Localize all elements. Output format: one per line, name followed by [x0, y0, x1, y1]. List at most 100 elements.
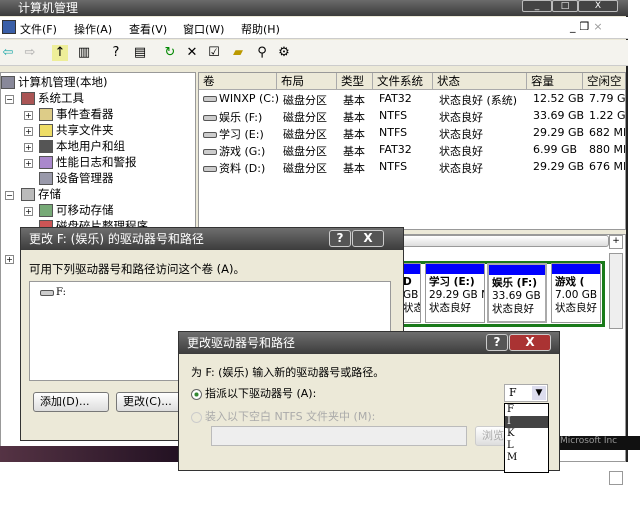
open-icon[interactable]: ▰ — [230, 45, 246, 61]
help-button[interactable]: ? — [486, 334, 508, 351]
volume-name[interactable]: 学习 (E:) — [203, 126, 264, 142]
table-cell: 6.99 GB — [533, 143, 578, 156]
dropdown-option[interactable]: K — [505, 428, 548, 440]
column-layout[interactable]: 布局 — [277, 73, 337, 90]
tree-item-device-manager[interactable]: 设备管理器 — [39, 170, 114, 186]
tree-item-local-users[interactable]: 本地用户和组 — [39, 138, 125, 154]
scroll-right-button[interactable]: + — [609, 235, 623, 249]
mount-folder-radio[interactable]: 装入以下空白 NTFS 文件夹中 (M): — [191, 408, 375, 424]
table-cell: 磁盘分区 — [283, 128, 327, 141]
tree-root[interactable]: 计算机管理(本地) — [1, 74, 107, 90]
drive-letter-select[interactable]: F ▼ — [504, 384, 548, 402]
tree-item-event-viewer[interactable]: 事件查看器 — [39, 106, 114, 122]
dropdown-option[interactable]: I — [505, 416, 548, 428]
column-free-space[interactable]: 空闲空 — [583, 73, 625, 90]
up-folder-icon[interactable]: ↑ — [52, 45, 68, 61]
drive-icon — [203, 96, 217, 102]
forward-icon[interactable]: ⇨ — [22, 45, 38, 61]
volume-block-e[interactable]: 学习 (E:)29.29 GB NTFS状态良好 — [425, 263, 485, 323]
expand-icon[interactable]: + — [24, 111, 33, 120]
help-icon[interactable]: ? — [108, 45, 124, 61]
scroll-down-button[interactable] — [609, 471, 623, 485]
inner-close-button[interactable]: × — [593, 20, 606, 33]
volume-name[interactable]: 娱乐 (F:) — [203, 109, 262, 125]
details-icon[interactable]: ▤ — [132, 45, 148, 61]
close-button[interactable]: X — [578, 0, 618, 12]
table-cell: 基本 — [343, 111, 365, 124]
expand-icon[interactable]: + — [24, 127, 33, 136]
help-button[interactable]: ? — [329, 230, 351, 247]
menu-file[interactable]: 文件(F) — [20, 21, 57, 37]
show-tree-icon[interactable]: ▥ — [76, 45, 92, 61]
collapse-icon[interactable]: − — [5, 191, 14, 200]
assign-letter-radio[interactable]: 指派以下驱动器号 (A): — [191, 385, 316, 401]
column-filesystem[interactable]: 文件系统 — [373, 73, 433, 90]
inner-restore-button[interactable]: ❐ — [580, 20, 594, 33]
back-icon[interactable]: ⇦ — [0, 45, 16, 61]
dropdown-option[interactable]: M — [505, 452, 548, 464]
volume-block-f[interactable]: 娱乐 (F:)33.69 GB NTFS状态良好 — [487, 263, 547, 323]
users-icon — [39, 140, 53, 153]
table-cell: 状态良好 — [439, 162, 483, 175]
menu-help[interactable]: 帮助(H) — [241, 21, 280, 37]
tree-item-shared-folders[interactable]: 共享文件夹 — [39, 122, 114, 138]
table-cell: 磁盘分区 — [283, 162, 327, 175]
collapse-icon[interactable]: − — [5, 95, 14, 104]
drive-letter-dropdown: FIKLM — [504, 403, 549, 473]
search-icon[interactable]: ⚲ — [254, 45, 270, 61]
window-title: 计算机管理 — [18, 1, 79, 15]
properties-icon[interactable]: ☑ — [206, 45, 222, 61]
table-cell: 磁盘分区 — [283, 111, 327, 124]
removable-storage-icon — [39, 204, 53, 217]
column-volume[interactable]: 卷 — [199, 73, 277, 90]
volume-name[interactable]: 游戏 (G:) — [203, 143, 265, 159]
dropdown-option[interactable]: F — [505, 404, 548, 416]
column-capacity[interactable]: 容量 — [527, 73, 583, 90]
table-cell: 状态良好 (系统) — [439, 94, 518, 107]
dialog-title-bar: 更改 F: (娱乐) 的驱动器号和路径 ? X — [21, 228, 403, 250]
expand-icon[interactable]: + — [24, 143, 33, 152]
menu-view[interactable]: 查看(V) — [129, 21, 167, 37]
volume-name[interactable]: 资料 (D:) — [203, 160, 265, 176]
drive-icon — [40, 289, 54, 296]
vertical-scrollbar[interactable] — [609, 253, 623, 329]
volume-name[interactable]: WINXP (C:) — [203, 92, 279, 105]
refresh-icon[interactable]: ↻ — [162, 45, 178, 61]
tree-item-storage[interactable]: 存储 — [21, 186, 61, 202]
inner-minimize-button[interactable]: _ — [570, 20, 580, 33]
chevron-down-icon[interactable]: ▼ — [532, 386, 546, 400]
settings-icon[interactable]: ⚙ — [276, 45, 292, 61]
folder-path-input[interactable] — [211, 426, 467, 446]
change-button[interactable]: 更改(C)... — [116, 392, 186, 412]
table-cell: 基本 — [343, 162, 365, 175]
table-cell: 状态良好 — [439, 145, 483, 158]
column-type[interactable]: 类型 — [337, 73, 373, 90]
menu-bar: 文件(F) 操作(A) 查看(V) 窗口(W) 帮助(H) _❐× — [0, 17, 628, 39]
expand-icon[interactable]: + — [5, 255, 14, 264]
volume-block-g[interactable]: 游戏 (7.00 GB 状态良好 — [551, 263, 601, 323]
delete-icon[interactable]: ✕ — [184, 45, 200, 61]
event-viewer-icon — [39, 108, 53, 121]
expand-icon[interactable]: + — [24, 207, 33, 216]
tree-item-removable-storage[interactable]: 可移动存储 — [39, 202, 114, 218]
expand-icon[interactable]: + — [24, 159, 33, 168]
dropdown-option[interactable]: L — [505, 440, 548, 452]
table-cell: 基本 — [343, 145, 365, 158]
table-cell: 基本 — [343, 94, 365, 107]
tree-item-performance-logs[interactable]: 性能日志和警报 — [39, 154, 137, 170]
table-cell: FAT32 — [379, 143, 412, 156]
minimize-button[interactable]: _ — [522, 0, 552, 12]
close-button[interactable]: X — [352, 230, 384, 247]
drive-icon — [203, 166, 217, 172]
menu-action[interactable]: 操作(A) — [74, 21, 112, 37]
maximize-button[interactable]: □ — [552, 0, 578, 12]
toolbar: ⇦ ⇨ ↑ ▥ ? ▤ ↻ ✕ ☑ ▰ ⚲ ⚙ — [0, 40, 628, 66]
column-status[interactable]: 状态 — [433, 73, 527, 90]
folder-icon — [39, 124, 53, 137]
radio-unselected-icon — [191, 411, 202, 423]
tree-item-system-tools[interactable]: 系统工具 — [21, 90, 84, 106]
close-button[interactable]: X — [509, 334, 551, 351]
menu-window[interactable]: 窗口(W) — [183, 21, 224, 37]
add-button[interactable]: 添加(D)... — [33, 392, 109, 412]
path-entry[interactable]: F: — [40, 287, 66, 298]
